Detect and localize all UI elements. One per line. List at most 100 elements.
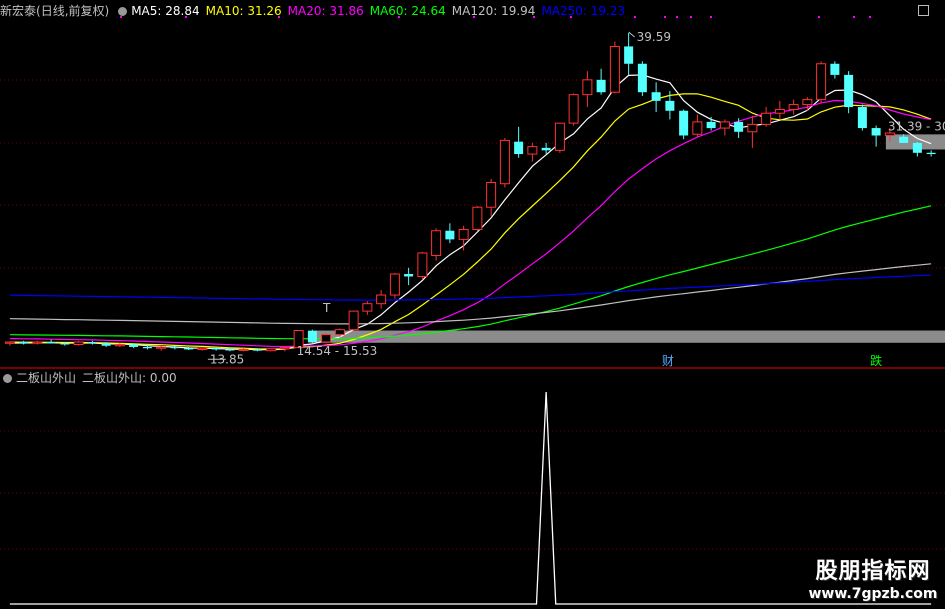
candle-body-up <box>362 303 373 312</box>
candle-body-up <box>774 109 785 114</box>
candle-body-up <box>279 347 290 350</box>
candle-body-down <box>734 121 744 132</box>
candle-body-down <box>857 107 867 129</box>
annotation-label: 39.59 <box>637 30 671 44</box>
price-grid <box>0 79 945 550</box>
stock-name: 新宏泰 <box>0 4 37 18</box>
main-header: 新宏泰(日线,前复权) MA5: 28.84 MA10: 31.26 MA20: 31… <box>0 2 637 20</box>
candle-body-up <box>334 329 345 336</box>
signal-dot <box>869 16 871 18</box>
candle-body-down <box>404 274 414 277</box>
ma20-line <box>9 99 932 348</box>
annotation-label: 13.85 <box>210 352 244 366</box>
candle-body-up <box>692 121 703 135</box>
ma-lines <box>9 74 932 351</box>
indicator-name: 二板山外山 <box>16 371 77 385</box>
ma-legend-item: MA250: 19.23 <box>541 4 626 18</box>
candle-body-down <box>19 342 29 344</box>
candle-body-up <box>417 252 428 277</box>
candle-body-down <box>706 121 716 129</box>
candle-body-down <box>142 346 152 349</box>
ma-legend: MA5: 28.84 MA10: 31.26 MA20: 31.86 MA60: 24… <box>131 4 631 18</box>
candle-body-up <box>458 228 469 240</box>
candle-body-down <box>926 152 936 155</box>
watermark-url: www.7gpzb.com <box>808 586 938 602</box>
chart-period: (日线,前复权) <box>36 4 110 18</box>
indicator-value: 二板山外山: 0.00 <box>82 371 177 385</box>
candle-body-down <box>541 147 551 151</box>
candles <box>4 32 936 352</box>
candle-body-down <box>170 346 180 349</box>
candle-body-down <box>871 128 881 136</box>
candle-body-down <box>225 349 235 351</box>
candle-body-up <box>389 273 400 296</box>
candle-body-down <box>514 141 524 155</box>
signal-dot <box>818 16 820 18</box>
candle-body-up <box>719 121 730 129</box>
candle-body-up <box>761 112 772 125</box>
candle-body-down <box>87 342 97 344</box>
annotation-pointer <box>628 31 635 38</box>
candle-body-down <box>596 79 606 93</box>
kline-chart[interactable]: 39.59 13.85 14.54 - 15.53 31.39 - 30.17 财 跌 T <box>0 0 945 609</box>
signal-dot <box>710 16 712 18</box>
annotation-label: 财 <box>662 354 674 368</box>
candle-body-up <box>238 348 249 351</box>
candle-body-up <box>499 139 510 185</box>
candle-body-down <box>60 343 70 345</box>
candle-body-down <box>46 342 56 344</box>
annotation-label: 跌 <box>870 353 882 368</box>
candle-body-up <box>376 294 387 305</box>
candle-marker: T <box>322 301 331 315</box>
candle-body-down <box>252 349 262 351</box>
candle-body-up <box>554 122 565 151</box>
ma-legend-item: MA20: 31.86 <box>287 4 364 18</box>
annotation-label: 31.39 - 30.17 <box>888 119 945 133</box>
watermark: 股朋指标网 www.7gpzb.com <box>807 559 939 603</box>
candle-body-down <box>637 63 647 93</box>
ma-legend-item: MA10: 31.26 <box>205 4 282 18</box>
candle-body-up <box>527 146 538 155</box>
ma250-line <box>9 274 932 301</box>
signal-dot <box>664 16 666 18</box>
candle-body-up <box>114 344 125 347</box>
settings-icon[interactable] <box>118 7 128 16</box>
candle-body-down <box>445 230 455 240</box>
candle-body-down <box>184 348 194 350</box>
candle-body-up <box>568 94 579 124</box>
candle-body-up <box>266 348 277 352</box>
ma-legend-item: MA5: 28.84 <box>131 4 200 18</box>
candle-body-up <box>32 341 43 344</box>
settings-icon[interactable] <box>3 374 12 383</box>
candle-body-up <box>4 341 15 344</box>
candle-body-up <box>73 341 84 346</box>
signal-dot <box>853 16 855 18</box>
signal-dot <box>676 16 678 18</box>
candle-body-up <box>431 230 442 256</box>
candle-body-down <box>830 63 840 75</box>
watermark-cn: 股朋指标网 <box>815 559 931 584</box>
maximize-icon[interactable] <box>918 5 929 16</box>
ma-legend-item: MA120: 19.94 <box>451 4 536 18</box>
indicator-header: 二板山外山 二板山外山: 0.00 <box>0 369 183 387</box>
candle-body-up <box>348 310 359 331</box>
candle-body-down <box>912 142 922 153</box>
candle-body-up <box>156 346 167 349</box>
candle-body-up <box>472 206 483 230</box>
candle-body-up <box>802 99 813 106</box>
candle-body-up <box>788 104 799 111</box>
candle-body-down <box>651 92 661 101</box>
candle-body-down <box>899 136 909 143</box>
candle-body-up <box>747 123 758 133</box>
candle-body-up <box>609 45 620 93</box>
ma10-line <box>9 93 932 350</box>
candle-body-down <box>665 100 675 111</box>
gap-zones <box>308 134 945 343</box>
candle-body-down <box>307 330 317 343</box>
candle-body-up <box>321 334 332 343</box>
candle-body-up <box>816 63 827 101</box>
ma-legend-item: MA60: 24.64 <box>369 4 446 18</box>
signal-dot <box>690 16 692 18</box>
ma60-line <box>9 205 932 340</box>
ma120-line <box>9 263 932 325</box>
